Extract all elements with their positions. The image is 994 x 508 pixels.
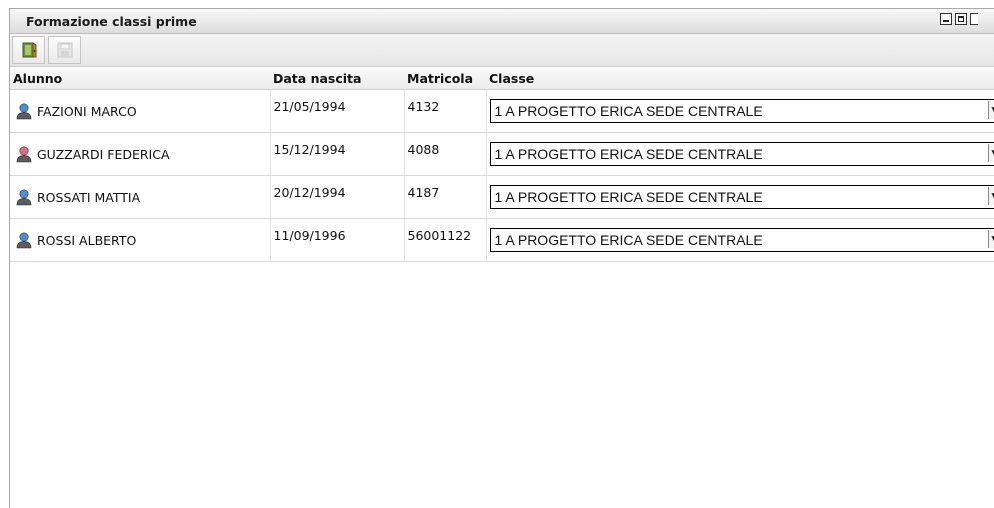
- cell-classe: 1 A PROGETTO ERICA SEDE CENTRALE ▼: [486, 133, 994, 176]
- male-student-icon: [15, 188, 33, 206]
- classe-select[interactable]: 1 A PROGETTO ERICA SEDE CENTRALE ▼: [490, 142, 994, 166]
- chevron-down-icon[interactable]: ▼: [988, 187, 994, 205]
- student-name: GUZZARDI FEDERICA: [37, 147, 170, 162]
- classe-selected-value: 1 A PROGETTO ERICA SEDE CENTRALE: [491, 189, 763, 205]
- classe-selected-value: 1 A PROGETTO ERICA SEDE CENTRALE: [491, 232, 763, 248]
- cell-alunno: FAZIONI MARCO: [10, 90, 270, 133]
- table-body: FAZIONI MARCO 21/05/1994 4132 1 A PROGET…: [10, 90, 994, 262]
- table-row[interactable]: ROSSI ALBERTO 11/09/1996 56001122 1 A PR…: [10, 219, 994, 262]
- window-title: Formazione classi prime: [26, 14, 197, 29]
- chevron-down-icon[interactable]: ▼: [988, 101, 994, 119]
- classe-selected-value: 1 A PROGETTO ERICA SEDE CENTRALE: [491, 146, 763, 162]
- chevron-down-icon[interactable]: ▼: [988, 144, 994, 162]
- table-row[interactable]: ROSSATI MATTIA 20/12/1994 4187 1 A PROGE…: [10, 176, 994, 219]
- student-name: ROSSATI MATTIA: [37, 190, 140, 205]
- cell-matricola: 4187: [404, 176, 486, 219]
- toolbar: [10, 34, 994, 67]
- male-student-icon: [15, 231, 33, 249]
- cell-data-nascita: 21/05/1994: [270, 90, 404, 133]
- cell-classe: 1 A PROGETTO ERICA SEDE CENTRALE ▼: [486, 176, 994, 219]
- classe-selected-value: 1 A PROGETTO ERICA SEDE CENTRALE: [491, 103, 763, 119]
- cell-data-nascita: 15/12/1994: [270, 133, 404, 176]
- column-header-matricola[interactable]: Matricola: [404, 67, 486, 90]
- column-header-alunno[interactable]: Alunno: [10, 67, 270, 90]
- classe-select[interactable]: 1 A PROGETTO ERICA SEDE CENTRALE ▼: [490, 99, 994, 123]
- exit-button[interactable]: [12, 36, 45, 64]
- chevron-down-icon[interactable]: ▼: [988, 230, 994, 248]
- cell-data-nascita: 11/09/1996: [270, 219, 404, 262]
- cell-data-nascita: 20/12/1994: [270, 176, 404, 219]
- female-student-icon: [15, 145, 33, 163]
- window-controls: [940, 13, 978, 25]
- cell-classe: 1 A PROGETTO ERICA SEDE CENTRALE ▼: [486, 90, 994, 133]
- save-icon: [56, 41, 74, 59]
- minimize-icon[interactable]: [940, 13, 952, 25]
- title-bar[interactable]: Formazione classi prime: [10, 9, 994, 34]
- table-row[interactable]: GUZZARDI FEDERICA 15/12/1994 4088 1 A PR…: [10, 133, 994, 176]
- cell-matricola: 4088: [404, 133, 486, 176]
- cell-alunno: ROSSI ALBERTO: [10, 219, 270, 262]
- exit-door-icon: [20, 41, 38, 59]
- table-header: Alunno Data nascita Matricola Classe: [10, 67, 994, 90]
- cell-alunno: GUZZARDI FEDERICA: [10, 133, 270, 176]
- cell-matricola: 56001122: [404, 219, 486, 262]
- maximize-icon[interactable]: [955, 13, 967, 25]
- column-header-classe[interactable]: Classe: [486, 67, 994, 90]
- student-name: ROSSI ALBERTO: [37, 233, 136, 248]
- main-window: Formazione classi prime: [9, 8, 994, 508]
- student-name: FAZIONI MARCO: [37, 104, 137, 119]
- classe-select[interactable]: 1 A PROGETTO ERICA SEDE CENTRALE ▼: [490, 185, 994, 209]
- cell-alunno: ROSSATI MATTIA: [10, 176, 270, 219]
- students-table: Alunno Data nascita Matricola Classe FAZ…: [10, 67, 994, 262]
- close-icon[interactable]: [970, 13, 978, 25]
- column-header-data-nascita[interactable]: Data nascita: [270, 67, 404, 90]
- save-button[interactable]: [48, 36, 81, 64]
- table-row[interactable]: FAZIONI MARCO 21/05/1994 4132 1 A PROGET…: [10, 90, 994, 133]
- classe-select[interactable]: 1 A PROGETTO ERICA SEDE CENTRALE ▼: [490, 228, 994, 252]
- male-student-icon: [15, 102, 33, 120]
- cell-classe: 1 A PROGETTO ERICA SEDE CENTRALE ▼: [486, 219, 994, 262]
- cell-matricola: 4132: [404, 90, 486, 133]
